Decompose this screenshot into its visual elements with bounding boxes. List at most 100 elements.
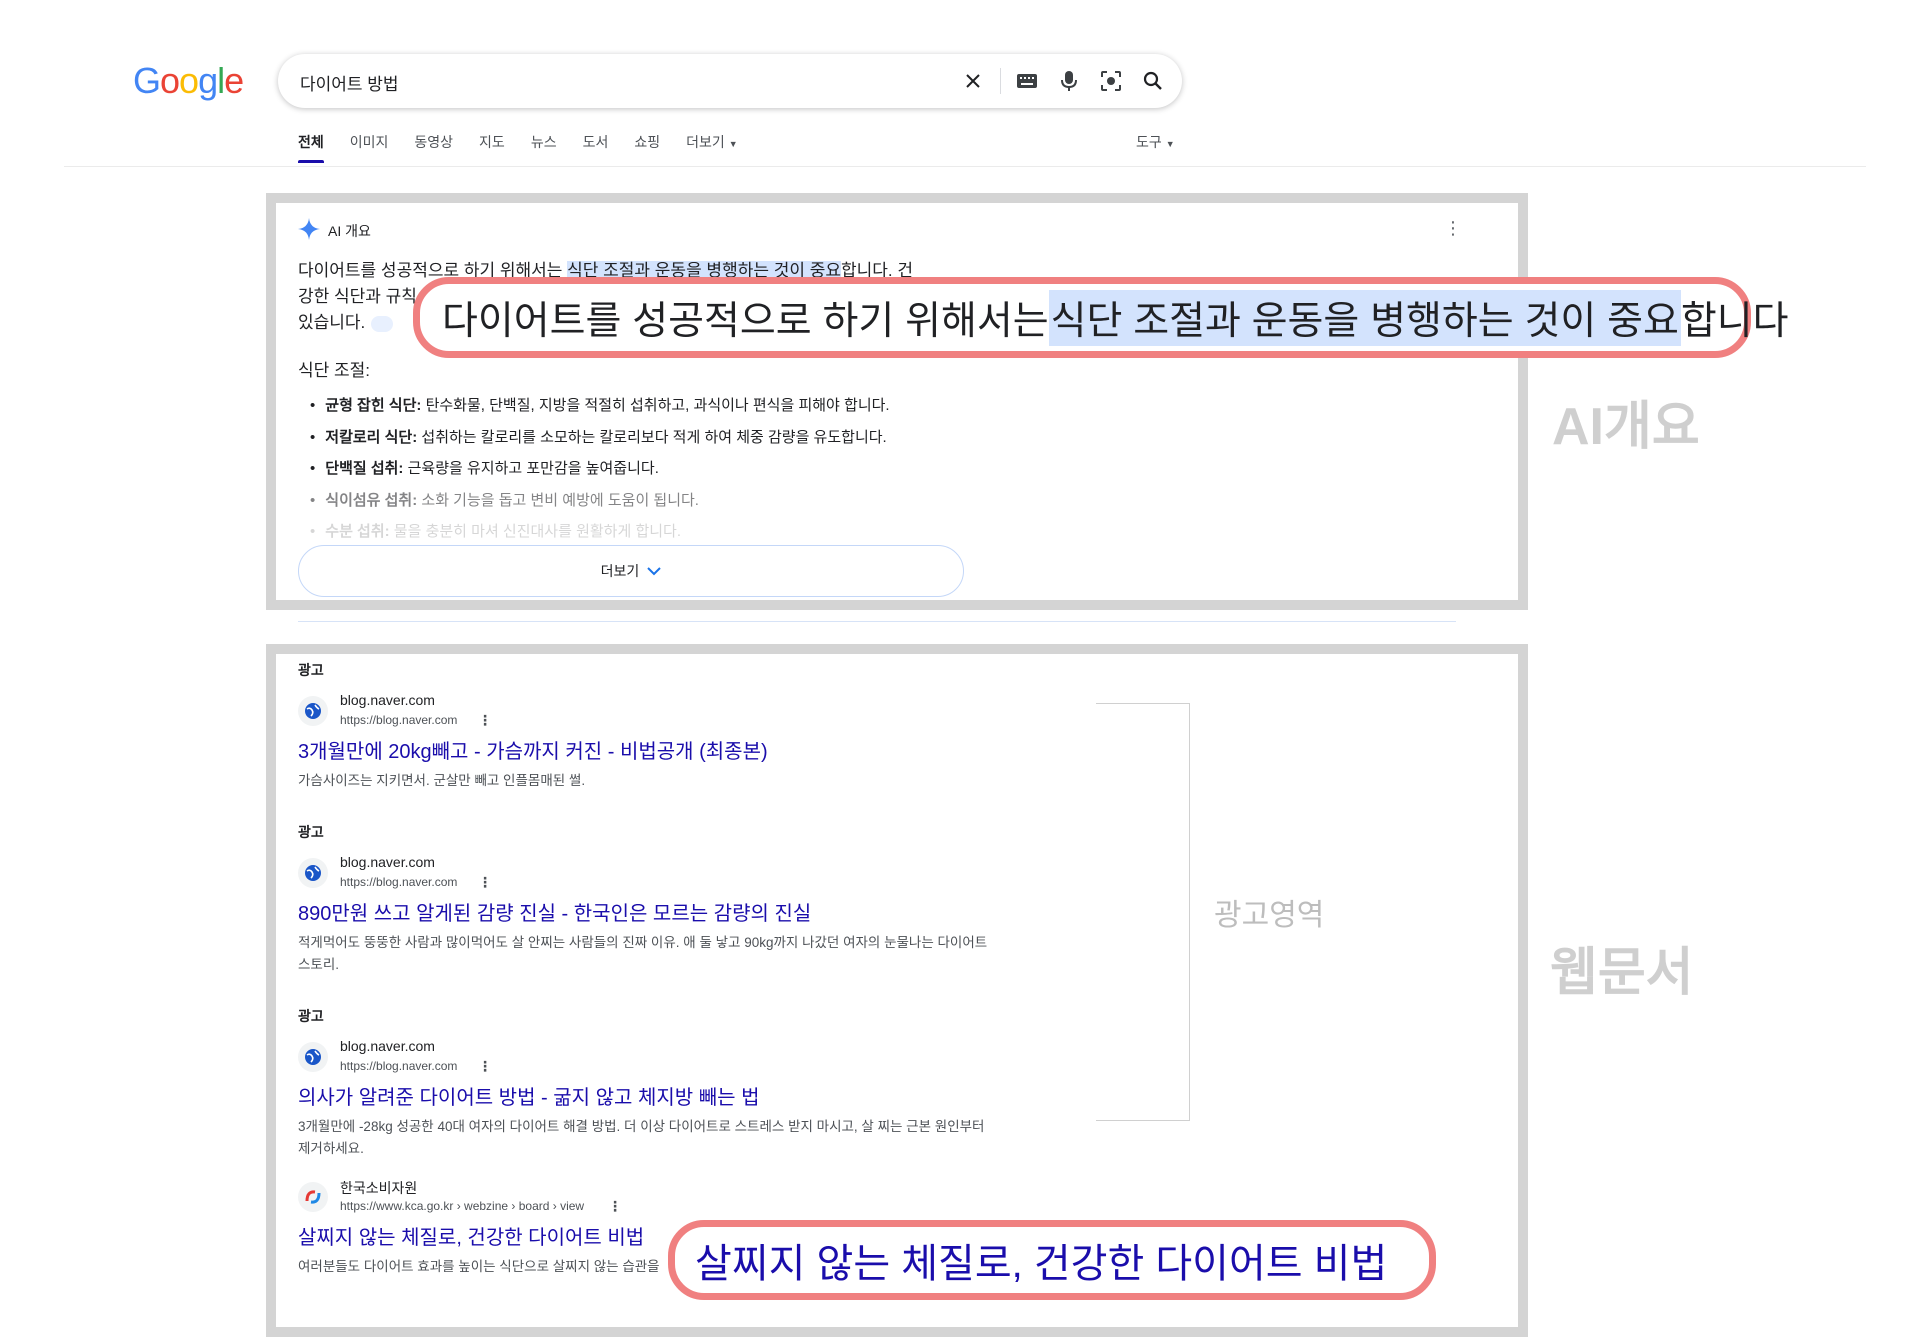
list-item: 저칼로리 식단: 섭취하는 칼로리를 소모하는 칼로리보다 적게 하여 체중 감… (310, 422, 890, 454)
tools-label: 도구 (1136, 134, 1162, 150)
ai-para-text: 강한 식단과 규칙 (298, 287, 417, 306)
logo-letter: g (198, 60, 218, 101)
logo-letter: o (160, 60, 180, 101)
tab-news[interactable]: 뉴스 (531, 132, 557, 152)
list-item-bold: 균형 잡힌 식단: (325, 397, 422, 414)
ai-overview-title: AI 개요 (328, 222, 371, 239)
ad-result: 광고 blog.naver.com https://blog.naver.com… (298, 822, 998, 976)
more-options-icon[interactable]: ⋮ (1444, 219, 1462, 237)
list-item: 수분 섭취: 물을 충분히 마셔 신진대사를 원활하게 합니다. (310, 516, 890, 548)
list-item-bold: 단백질 섭취: (325, 460, 404, 477)
result-title-link[interactable]: 3개월만에 20kg빼고 - 가슴까지 커진 - 비법공개 (최종본) (298, 738, 998, 766)
ai-overview-label: AI개요 (1552, 398, 1700, 456)
more-options-icon[interactable]: ⋮ (478, 1058, 492, 1075)
tab-more[interactable]: 더보기 ▼ (686, 132, 738, 152)
web-documents-label: 웹문서 (1550, 944, 1694, 1002)
close-icon[interactable] (958, 66, 988, 96)
list-item-bold: 저칼로리 식단: (325, 428, 418, 446)
tab-books[interactable]: 도서 (583, 132, 609, 152)
site-name: 한국소비자원 (340, 1180, 418, 1196)
logo-letter: G (133, 60, 161, 101)
tab-all[interactable]: 전체 (298, 132, 324, 163)
ai-subheading: 식단 조절: (298, 361, 371, 380)
caret-down-icon: ▼ (728, 139, 738, 149)
more-options-icon[interactable]: ⋮ (608, 1198, 622, 1215)
search-icon[interactable] (1138, 66, 1168, 96)
kca-favicon-icon (298, 1182, 328, 1212)
ai-overview-header: AI 개요 (298, 218, 371, 243)
site-name: blog.naver.com (340, 692, 435, 708)
tab-shopping[interactable]: 쇼핑 (634, 132, 660, 152)
site-info[interactable]: 한국소비자원 https://www.kca.go.kr › webzine ›… (298, 1178, 998, 1218)
tab-images[interactable]: 이미지 (350, 132, 389, 152)
tools-button[interactable]: 도구 ▼ (1136, 132, 1175, 152)
site-url: https://blog.naver.com (340, 875, 458, 889)
list-item: 식이섬유 섭취: 소화 기능을 돕고 변비 예방에 도움이 됩니다. (310, 485, 890, 517)
site-name: blog.naver.com (340, 1038, 435, 1054)
result-title-link[interactable]: 890만원 쓰고 알게된 감량 진실 - 한국인은 모르는 감량의 진실 (298, 900, 998, 928)
ad-area-label: 광고영역 (1214, 899, 1325, 932)
list-item-text: 섭취하는 칼로리를 소모하는 칼로리보다 적게 하여 체중 감량을 유도합니다. (417, 428, 887, 446)
ai-list: 균형 잡힌 식단: 탄수화물, 단백질, 지방을 적절히 섭취하고, 과식이나 … (310, 390, 890, 548)
site-info[interactable]: blog.naver.com https://blog.naver.com ⋮ (298, 692, 998, 732)
show-more-button[interactable]: 더보기 (298, 545, 964, 597)
list-item-bold: 식이섬유 섭취: (325, 491, 418, 509)
site-url: https://www.kca.go.kr › webzine › board … (340, 1199, 585, 1213)
globe-icon (298, 696, 328, 726)
tab-videos[interactable]: 동영상 (414, 132, 453, 152)
result-snippet: 적게먹어도 뚱뚱한 사람과 많이먹어도 살 안찌는 사람들의 진짜 이유. 애 … (298, 935, 988, 972)
globe-icon (298, 1042, 328, 1072)
list-item-text: 물을 충분히 마셔 신진대사를 원활하게 합니다. (389, 523, 682, 540)
lens-icon[interactable] (1096, 66, 1126, 96)
ai-para-text: 있습니다. (298, 313, 366, 332)
site-info[interactable]: blog.naver.com https://blog.naver.com ⋮ (298, 1038, 998, 1078)
header-divider (64, 166, 1866, 167)
list-item: 단백질 섭취: 근육량을 유지하고 포만감을 높여줍니다. (310, 453, 890, 485)
list-item-text: 탄수화물, 단백질, 지방을 적절히 섭취하고, 과식이나 편식을 피해야 합니… (421, 397, 890, 414)
globe-icon (298, 858, 328, 888)
section-divider (298, 621, 1456, 622)
ad-label: 광고 (298, 662, 324, 678)
list-item-text: 소화 기능을 돕고 변비 예방에 도움이 됩니다. (417, 491, 699, 509)
callout-text: 살찌지 않는 체질로, 건강한 다이어트 비법 (695, 1242, 1388, 1286)
result-snippet: 3개월만에 -28kg 성공한 40대 여자의 다이어트 해결 방법. 더 이상… (298, 1119, 985, 1156)
site-url: https://blog.naver.com (340, 1059, 458, 1073)
ad-result: 광고 blog.naver.com https://blog.naver.com… (298, 1006, 998, 1160)
search-box[interactable]: 다이어트 방법 (278, 54, 1182, 108)
ai-callout: 다이어트를 성공적으로 하기 위해서는 식단 조절과 운동을 병행하는 것이 중… (413, 277, 1789, 358)
result-title-link[interactable]: 의사가 알려준 다이어트 방법 - 굶지 않고 체지방 빼는 법 (298, 1084, 998, 1112)
list-item-bold: 수분 섭취: (325, 523, 390, 540)
ad-area-bracket (1096, 703, 1190, 1121)
more-options-icon[interactable]: ⋮ (478, 874, 492, 891)
google-logo[interactable]: Google (133, 60, 244, 102)
tab-more-label: 더보기 (686, 134, 725, 150)
logo-letter: o (179, 60, 199, 101)
list-item-text: 근육량을 유지하고 포만감을 높여줍니다. (403, 460, 659, 477)
mic-icon[interactable] (1054, 66, 1084, 96)
web-callout: 살찌지 않는 체질로, 건강한 다이어트 비법 (668, 1220, 1436, 1300)
search-input[interactable]: 다이어트 방법 (300, 70, 399, 95)
site-info[interactable]: blog.naver.com https://blog.naver.com ⋮ (298, 854, 998, 894)
show-more-label: 더보기 (600, 563, 640, 579)
caret-down-icon: ▼ (1165, 139, 1175, 149)
chevron-down-icon (647, 563, 662, 579)
callout-text: 합니다 (1680, 299, 1789, 343)
logo-letter: l (217, 60, 225, 101)
search-tabs: 전체 이미지 동영상 지도 뉴스 도서 쇼핑 더보기 ▼ (298, 132, 764, 163)
sparkle-icon (298, 218, 320, 243)
keyboard-icon[interactable] (1012, 66, 1042, 96)
link-icon[interactable] (371, 315, 394, 332)
callout-text: 다이어트를 성공적으로 하기 위해서는 (442, 299, 1049, 343)
ad-label: 광고 (298, 824, 324, 840)
tab-maps[interactable]: 지도 (479, 132, 505, 152)
more-options-icon[interactable]: ⋮ (478, 712, 492, 729)
ad-label: 광고 (298, 1008, 324, 1024)
callout-highlight: 식단 조절과 운동을 병행하는 것이 중요 (1048, 289, 1681, 346)
list-item: 균형 잡힌 식단: 탄수화물, 단백질, 지방을 적절히 섭취하고, 과식이나 … (310, 390, 890, 422)
site-name: blog.naver.com (340, 854, 435, 870)
result-snippet: 가슴사이즈는 지키면서. 군살만 빼고 인플몸매된 썰. (298, 773, 586, 788)
site-url: https://blog.naver.com (340, 713, 458, 727)
ad-result: 광고 blog.naver.com https://blog.naver.com… (298, 660, 998, 792)
search-divider (1000, 68, 1001, 94)
logo-letter: e (224, 60, 244, 101)
